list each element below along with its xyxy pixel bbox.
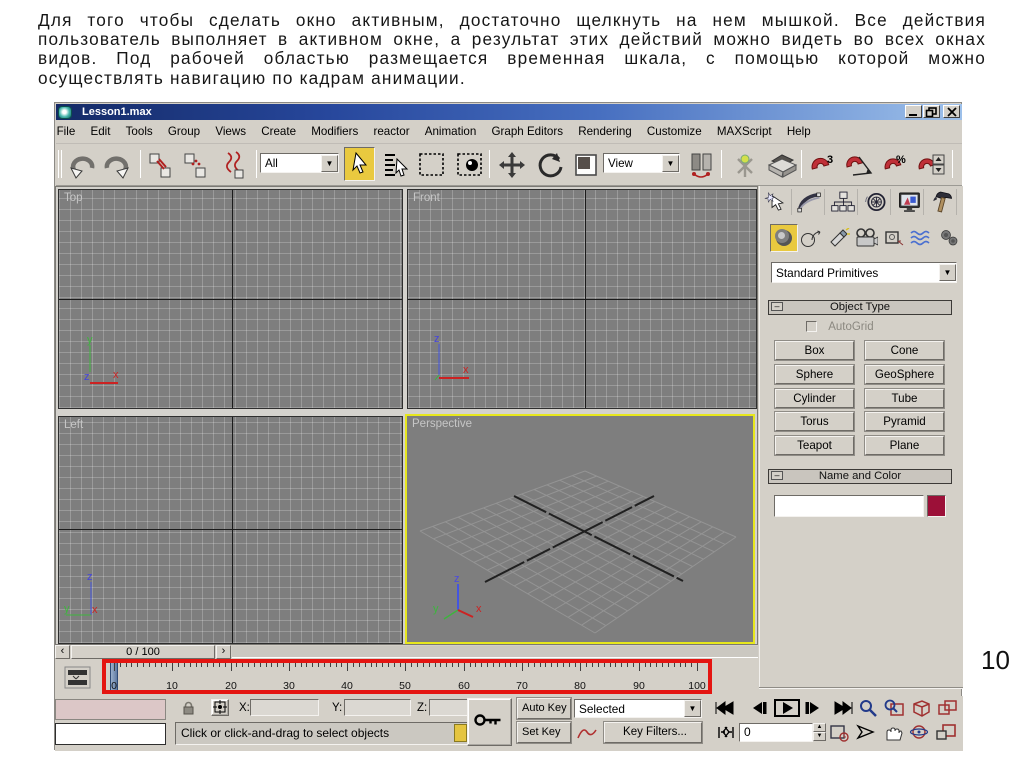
svg-text:z: z bbox=[87, 571, 93, 583]
svg-text:y: y bbox=[87, 334, 93, 346]
svg-text:z: z bbox=[434, 333, 440, 345]
svg-text:y: y bbox=[433, 603, 439, 615]
svg-text:z: z bbox=[84, 371, 90, 383]
svg-text:3: 3 bbox=[827, 154, 833, 166]
svg-text:z: z bbox=[454, 573, 460, 585]
svg-text:%: % bbox=[896, 154, 906, 166]
svg-text:y: y bbox=[64, 603, 70, 615]
svg-text:x: x bbox=[92, 604, 98, 616]
svg-text:x: x bbox=[113, 369, 119, 381]
svg-text:x: x bbox=[463, 364, 469, 376]
svg-text:x: x bbox=[476, 603, 482, 615]
